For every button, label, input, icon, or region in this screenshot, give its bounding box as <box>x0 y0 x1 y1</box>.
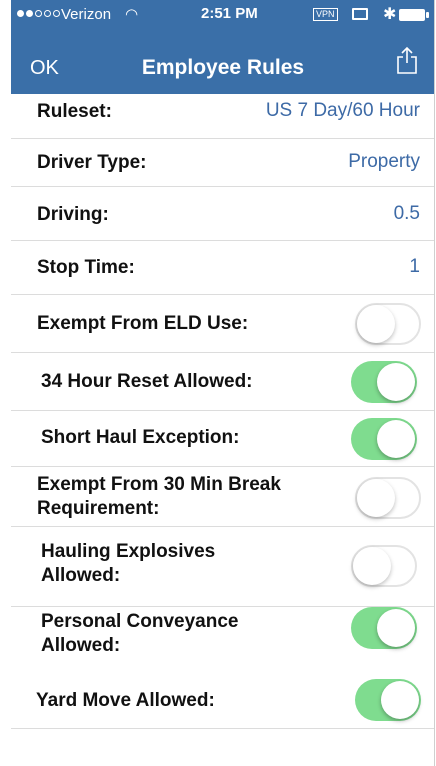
exempt-break-label: Exempt From 30 Min Break Requirement: <box>37 474 281 519</box>
vpn-badge: VPN <box>313 8 338 21</box>
hour-reset-label: 34 Hour Reset Allowed: <box>41 371 253 392</box>
battery-icon <box>399 9 429 21</box>
toggle-knob <box>357 305 395 343</box>
yard-move-row: Yard Move Allowed: <box>11 669 435 729</box>
toggle-knob <box>377 420 415 458</box>
toggle-knob <box>377 609 415 647</box>
driving-value: 0.5 <box>393 203 420 224</box>
hour-reset-toggle[interactable] <box>351 361 417 403</box>
bluetooth-icon: ✱ <box>383 6 397 23</box>
carrier-name: Verizon <box>61 6 112 23</box>
frame-right-border <box>434 0 435 766</box>
driving-row[interactable]: Driving: 0.5 <box>11 187 435 241</box>
driver-type-row[interactable]: Driver Type: Property <box>11 139 435 187</box>
rules-list: Ruleset: US 7 Day/60 Hour Driver Type: P… <box>11 94 435 729</box>
signal-strength-icon <box>17 10 60 17</box>
hauling-explosives-label: Hauling Explosives Allowed: <box>41 541 216 586</box>
personal-conveyance-label: Personal Conveyance Allowed: <box>41 611 239 656</box>
ruleset-value: US 7 Day/60 Hour <box>265 100 420 121</box>
hour-reset-row: 34 Hour Reset Allowed: <box>11 353 435 411</box>
toggle-knob <box>353 547 391 585</box>
personal-conveyance-toggle[interactable] <box>351 607 417 649</box>
hauling-explosives-toggle[interactable] <box>351 545 417 587</box>
status-bar: Verizon ◠ 2:51 PM VPN ✱ <box>11 0 435 30</box>
app-frame: Verizon ◠ 2:51 PM VPN ✱ OK Employee Rule… <box>11 0 435 766</box>
driver-type-value: Property <box>348 151 420 172</box>
navigation-bar: OK Employee Rules <box>11 30 435 94</box>
driving-label: Driving: <box>37 204 109 225</box>
short-haul-row: Short Haul Exception: <box>11 411 435 467</box>
share-icon[interactable] <box>396 46 418 74</box>
stop-time-row[interactable]: Stop Time: 1 <box>11 241 435 295</box>
yard-move-label: Yard Move Allowed: <box>36 690 215 711</box>
exempt-eld-row: Exempt From ELD Use: <box>11 295 435 353</box>
status-time: 2:51 PM <box>201 5 258 22</box>
stop-time-value: 1 <box>409 256 420 277</box>
exempt-break-row: Exempt From 30 Min Break Requirement: <box>11 467 435 527</box>
ruleset-label: Ruleset: <box>37 101 112 122</box>
screen-mirror-icon <box>352 8 368 20</box>
driver-type-label: Driver Type: <box>37 152 147 173</box>
ruleset-row[interactable]: Ruleset: US 7 Day/60 Hour <box>11 94 435 139</box>
yard-move-toggle[interactable] <box>355 679 421 721</box>
short-haul-toggle[interactable] <box>351 418 417 460</box>
short-haul-label: Short Haul Exception: <box>41 427 240 448</box>
stop-time-label: Stop Time: <box>37 257 135 278</box>
exempt-break-toggle[interactable] <box>355 477 421 519</box>
personal-conveyance-row: Personal Conveyance Allowed: <box>11 607 435 669</box>
exempt-eld-label: Exempt From ELD Use: <box>37 313 249 334</box>
wifi-icon: ◠ <box>125 6 139 23</box>
hauling-explosives-row: Hauling Explosives Allowed: <box>11 527 435 607</box>
toggle-knob <box>377 363 415 401</box>
toggle-knob <box>381 681 419 719</box>
page-title: Employee Rules <box>141 56 305 79</box>
toggle-knob <box>357 479 395 517</box>
exempt-eld-toggle[interactable] <box>355 303 421 345</box>
